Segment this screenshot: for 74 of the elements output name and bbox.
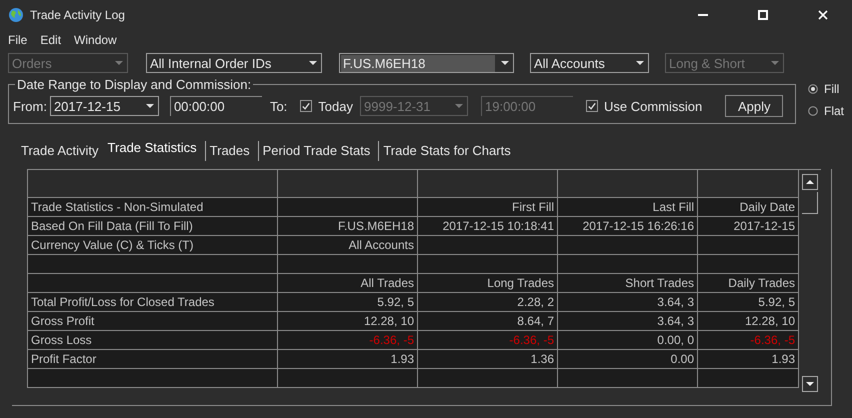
table-cell: F.US.M6EH18 <box>278 217 418 235</box>
table-cell: 2017-12-15 <box>698 217 799 235</box>
table-cell: Total Profit/Loss for Closed Trades <box>27 293 278 311</box>
scroll-down-icon[interactable] <box>802 376 818 392</box>
table-cell: 0.00, 0 <box>558 331 698 349</box>
table-cell: -6.36, -5 <box>418 331 558 349</box>
menu-item[interactable]: File <box>8 33 28 47</box>
close-icon[interactable] <box>818 10 828 20</box>
table-cell: 5.92, 5 <box>278 293 418 311</box>
filter-dropdown[interactable]: All Accounts <box>530 53 649 73</box>
from-label: From: <box>13 98 47 114</box>
table-cell: Short Trades <box>558 274 698 292</box>
from-date-dropdown[interactable]: 2017-12-15 <box>50 96 159 116</box>
table-cell: 2017-12-15 16:26:16 <box>558 217 698 235</box>
table-cell: Daily Trades <box>698 274 799 292</box>
table-cell: Gross Profit <box>27 312 278 330</box>
caret-icon <box>115 61 123 65</box>
table-cell: All Accounts <box>278 236 418 254</box>
scroll-thumb[interactable] <box>802 192 818 214</box>
globe-icon <box>8 7 24 23</box>
table-cell: 1.93 <box>698 350 799 368</box>
radio-label: Flat <box>824 104 844 118</box>
table-cell: 12.28, 10 <box>278 312 418 330</box>
table-cell: Currency Value (C) & Ticks (T) <box>27 236 278 254</box>
tab[interactable]: Trade Activity <box>20 141 104 161</box>
table-cell: Based On Fill Data (Fill To Fill) <box>27 217 278 235</box>
table-cell: 1.36 <box>418 350 558 368</box>
commission-checkbox[interactable] <box>586 100 598 112</box>
caret-icon <box>146 104 154 108</box>
tab[interactable]: Trades <box>204 141 255 161</box>
today-label: Today <box>318 98 353 114</box>
apply-button[interactable]: Apply <box>725 95 784 117</box>
today-checkbox[interactable] <box>300 100 312 112</box>
table-cell: 3.64, 3 <box>558 293 698 311</box>
to-label: To: <box>270 98 288 114</box>
maximize-icon[interactable] <box>758 10 768 20</box>
table-cell: Long Trades <box>418 274 558 292</box>
window-title: Trade Activity Log <box>30 8 125 22</box>
table-cell: 12.28, 10 <box>698 312 799 330</box>
table-cell: -6.36, -5 <box>698 331 799 349</box>
tab[interactable]: Trade Statistics <box>106 138 202 161</box>
caret-icon <box>501 61 509 65</box>
table-cell: Profit Factor <box>27 350 278 368</box>
commission-label: Use Commission <box>604 98 702 114</box>
table-cell: 0.00 <box>558 350 698 368</box>
table-cell: 1.93 <box>278 350 418 368</box>
tab[interactable]: Trade Stats for Charts <box>378 141 516 161</box>
caret-icon <box>309 61 317 65</box>
caret-icon <box>771 61 779 65</box>
table-cell: -6.36, -5 <box>278 331 418 349</box>
menu-item[interactable]: Window <box>74 33 117 47</box>
table-cell: Daily Date <box>698 198 799 216</box>
radio-label: Fill <box>824 82 840 96</box>
caret-icon <box>455 104 463 108</box>
group-legend: Date Range to Display and Commission: <box>15 77 254 92</box>
radio-button[interactable] <box>808 106 818 116</box>
table-cell: First Fill <box>418 198 558 216</box>
caret-icon <box>636 61 644 65</box>
table-cell: Trade Statistics - Non-Simulated <box>27 198 278 216</box>
table-cell: 3.64, 3 <box>558 312 698 330</box>
menu-item[interactable]: Edit <box>40 33 62 47</box>
table-cell: 5.92, 5 <box>698 293 799 311</box>
from-time-field[interactable]: 00:00:00 <box>170 96 262 116</box>
scroll-up-icon[interactable] <box>802 174 818 190</box>
table-cell: Gross Loss <box>27 331 278 349</box>
filter-dropdown[interactable]: All Internal Order IDs <box>146 53 322 73</box>
table-cell: Last Fill <box>558 198 698 216</box>
tab[interactable]: Period Trade Stats <box>258 141 376 161</box>
radio-button[interactable] <box>808 84 818 94</box>
table-cell: All Trades <box>278 274 418 292</box>
table-cell: 8.64, 7 <box>418 312 558 330</box>
table-cell: 2.28, 2 <box>418 293 558 311</box>
table-cell: 2017-12-15 10:18:41 <box>418 217 558 235</box>
filter-dropdown[interactable]: F.US.M6EH18 <box>339 53 514 73</box>
